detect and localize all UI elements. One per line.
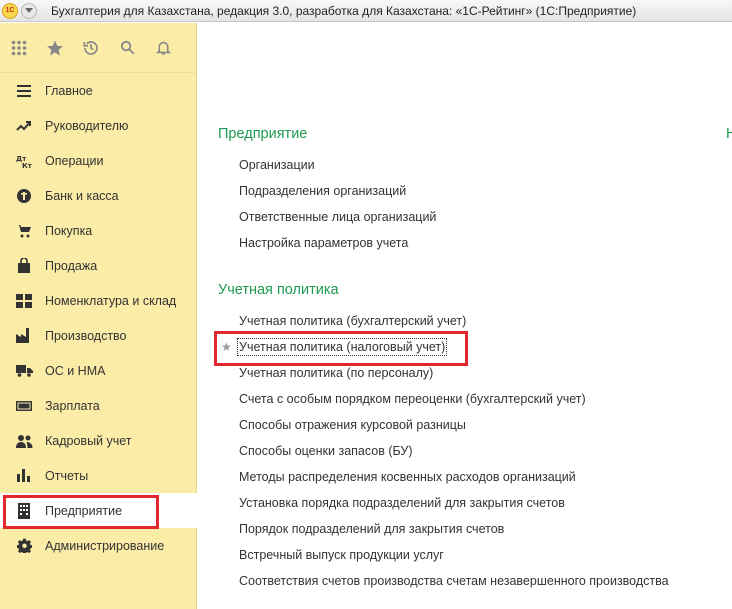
sidebar-item-purchase[interactable]: Покупка xyxy=(0,213,196,248)
link-policy-tax[interactable]: Учетная политика (налоговый учет) xyxy=(236,338,448,356)
sidebar-item-label: Администрирование xyxy=(45,538,165,553)
sidebar-item-label: Главное xyxy=(45,83,93,98)
sidebar-item-label: ОС и НМА xyxy=(45,363,106,378)
sidebar-item-label: Банк и касса xyxy=(45,188,119,203)
sidebar-item-administration[interactable]: Администрирование xyxy=(0,528,196,563)
section-title-enterprise: Предприятие xyxy=(218,126,308,142)
factory-icon xyxy=(15,327,33,345)
link-department-order[interactable]: Порядок подразделений для закрытия счето… xyxy=(239,522,504,536)
window-title: Бухгалтерия для Казахстана, редакция 3.0… xyxy=(51,3,637,18)
sidebar-item-hr[interactable]: Кадровый учет xyxy=(0,423,196,458)
link-wip-accounts[interactable]: Соответствия счетов производства счетам … xyxy=(239,574,669,588)
link-accounting-settings[interactable]: Настройка параметров учета xyxy=(239,236,408,250)
app-logo-icon[interactable]: 1С xyxy=(2,2,18,19)
sidebar-item-label: Номенклатура и склад xyxy=(45,293,177,308)
link-revaluation-accounts[interactable]: Счета с особым порядком переоценки (бухг… xyxy=(239,392,586,406)
main-menu-button[interactable] xyxy=(21,2,37,19)
sidebar-item-label: Предприятие xyxy=(45,503,123,518)
shopping-cart-icon xyxy=(15,222,33,240)
sidebar-item-label: Производство xyxy=(45,328,127,343)
next-column-title-clipped: Н xyxy=(726,126,732,142)
shopping-bag-icon xyxy=(15,257,33,275)
link-organizations[interactable]: Организации xyxy=(239,158,315,172)
notifications-bell-icon[interactable] xyxy=(152,37,174,59)
coin-icon xyxy=(15,187,33,205)
sections-panel: Главное Руководителю Дт Кт Операции Банк … xyxy=(0,23,197,609)
svg-text:Кт: Кт xyxy=(22,162,32,169)
sidebar-item-label: Покупка xyxy=(45,223,93,238)
menu-lines-icon xyxy=(15,82,33,100)
section-title-accounting-policy: Учетная политика xyxy=(218,282,339,298)
title-bar: 1С Бухгалтерия для Казахстана, редакция … xyxy=(0,0,732,22)
bar-chart-icon xyxy=(15,467,33,485)
favorite-star-icon[interactable]: ★ xyxy=(221,340,232,354)
logo-text: 1С xyxy=(5,7,15,14)
truck-icon xyxy=(15,362,33,380)
sidebar-item-label: Зарплата xyxy=(45,398,100,413)
gear-icon xyxy=(15,537,33,555)
sidebar-item-assets[interactable]: ОС и НМА xyxy=(0,353,196,388)
sidebar-item-production[interactable]: Производство xyxy=(0,318,196,353)
link-exchange-differences[interactable]: Способы отражения курсовой разницы xyxy=(239,418,466,432)
sidebar-item-salary[interactable]: Зарплата xyxy=(0,388,196,423)
link-inventory-valuation[interactable]: Способы оценки запасов (БУ) xyxy=(239,444,413,458)
sidebar-item-label: Руководителю xyxy=(45,118,129,133)
history-icon[interactable] xyxy=(80,37,102,59)
apps-grid-icon[interactable] xyxy=(8,37,30,59)
sidebar-item-label: Продажа xyxy=(45,258,98,273)
section-content: Предприятие Н Организации Подразделения … xyxy=(198,23,732,609)
trend-chart-icon xyxy=(15,117,33,135)
sidebar-toolbar xyxy=(0,23,196,73)
sidebar-item-nomenclature[interactable]: Номенклатура и склад xyxy=(0,283,196,318)
sidebar-item-label: Отчеты xyxy=(45,468,89,483)
sections-list: Главное Руководителю Дт Кт Операции Банк … xyxy=(0,73,197,563)
debit-credit-icon: Дт Кт xyxy=(15,152,33,170)
sidebar-item-reports[interactable]: Отчеты xyxy=(0,458,196,493)
sidebar-item-label: Кадровый учет xyxy=(45,433,132,448)
building-icon xyxy=(15,502,33,520)
favorites-star-icon[interactable] xyxy=(44,37,66,59)
link-indirect-costs[interactable]: Методы распределения косвенных расходов … xyxy=(239,470,576,484)
link-policy-accounting[interactable]: Учетная политика (бухгалтерский учет) xyxy=(239,314,466,328)
sidebar-item-enterprise[interactable]: Предприятие xyxy=(0,493,197,529)
sidebar-item-main[interactable]: Главное xyxy=(0,73,196,108)
link-policy-personnel[interactable]: Учетная политика (по персоналу) xyxy=(239,366,433,380)
link-counter-output[interactable]: Встречный выпуск продукции услуг xyxy=(239,548,444,562)
sidebar-item-label: Операции xyxy=(45,153,104,168)
grid-blocks-icon xyxy=(15,292,33,310)
link-departments[interactable]: Подразделения организаций xyxy=(239,184,406,198)
money-icon xyxy=(15,397,33,415)
link-responsible-persons[interactable]: Ответственные лица организаций xyxy=(239,210,436,224)
sidebar-item-director[interactable]: Руководителю xyxy=(0,108,196,143)
link-set-department-order[interactable]: Установка порядка подразделений для закр… xyxy=(239,496,565,510)
sidebar-item-operations[interactable]: Дт Кт Операции xyxy=(0,143,196,178)
sidebar-item-bank[interactable]: Банк и касса xyxy=(0,178,196,213)
people-icon xyxy=(15,432,33,450)
search-icon[interactable] xyxy=(116,37,138,59)
sidebar-item-sales[interactable]: Продажа xyxy=(0,248,196,283)
